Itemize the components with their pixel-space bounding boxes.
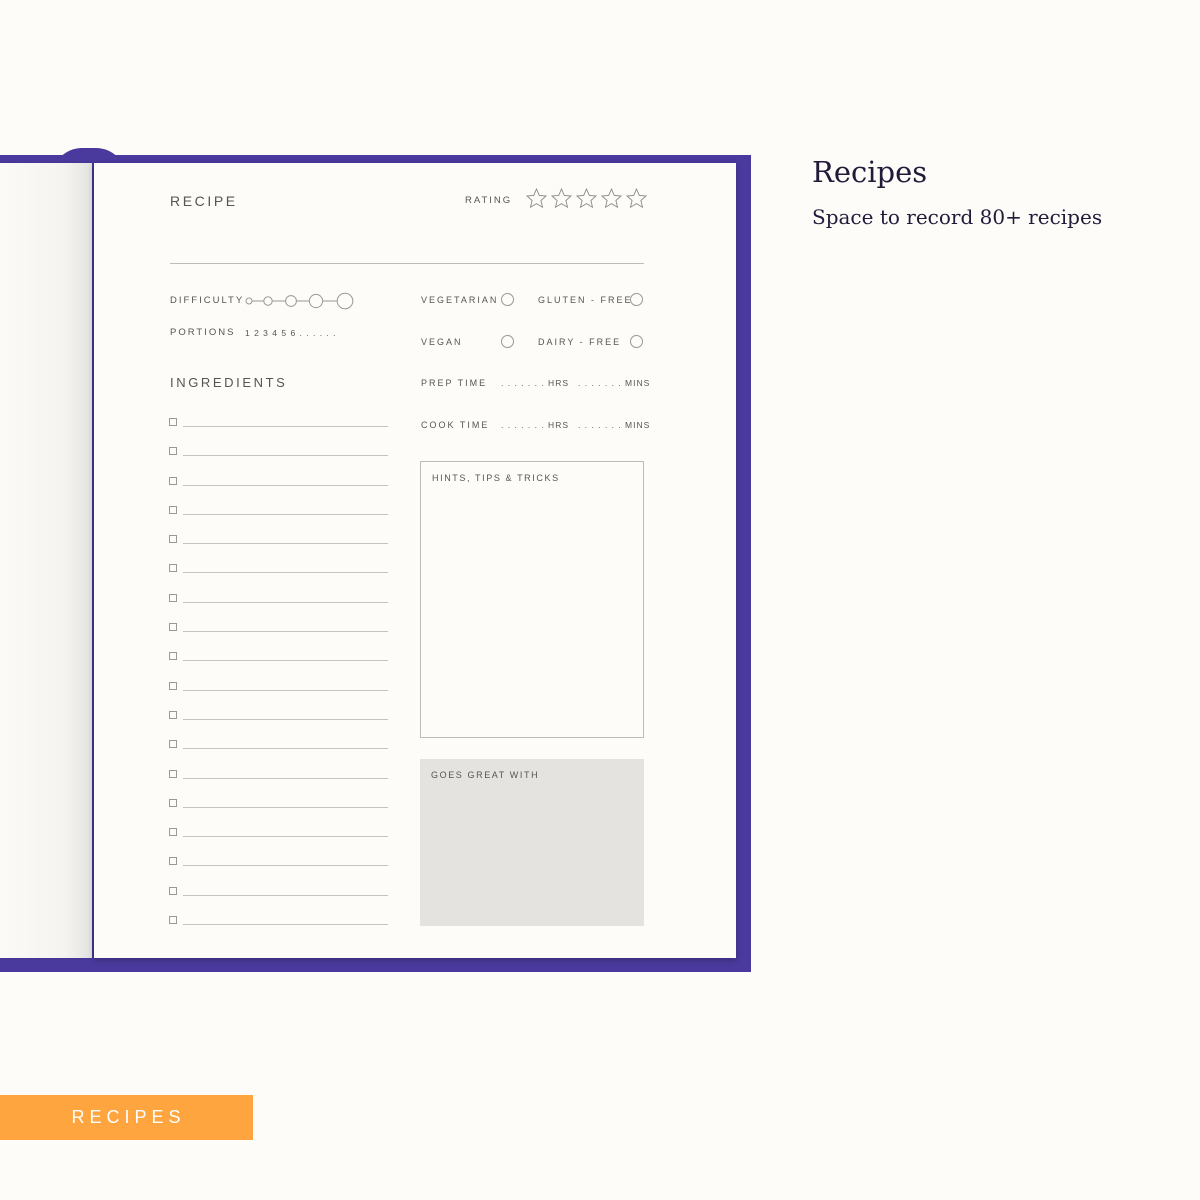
ingredient-line[interactable] <box>183 806 388 808</box>
ingredient-row <box>169 710 389 740</box>
portions-options[interactable]: 1 2 3 4 5 6 . . . . . . <box>245 328 337 338</box>
star-icon[interactable] <box>524 187 549 209</box>
ingredient-line[interactable] <box>183 572 388 574</box>
page-title: Recipes <box>812 155 928 189</box>
vegetarian-label: VEGETARIAN <box>421 295 499 305</box>
ingredient-row <box>169 418 389 447</box>
left-page <box>0 163 92 958</box>
ingredient-row <box>169 505 389 535</box>
cook-mins-blank[interactable]: . . . . . . . MINS <box>578 420 650 430</box>
ingredient-checkbox[interactable] <box>169 505 177 514</box>
prep-time-label: PREP TIME <box>421 378 488 388</box>
ingredient-line[interactable] <box>183 543 388 545</box>
ingredient-line[interactable] <box>183 894 388 896</box>
ingredient-row <box>169 564 389 593</box>
prep-mins-blank[interactable]: . . . . . . . MINS <box>578 378 650 388</box>
ingredient-checkbox[interactable] <box>169 476 177 485</box>
ingredient-row <box>169 652 389 681</box>
ingredients-list <box>169 418 389 945</box>
ingredient-checkbox[interactable] <box>169 447 177 456</box>
ingredient-row <box>169 593 389 623</box>
ingredients-label: INGREDIENTS <box>170 375 288 390</box>
vegetarian-checkbox[interactable] <box>501 293 514 306</box>
difficulty-label: DIFFICULTY <box>170 295 245 306</box>
portions-label: PORTIONS <box>170 327 236 338</box>
hints-box[interactable]: HINTS, TIPS & TRICKS <box>420 461 644 738</box>
gluten-free-checkbox[interactable] <box>630 293 643 306</box>
ingredient-line[interactable] <box>183 631 388 633</box>
dairy-free-label: DAIRY - FREE <box>538 337 622 347</box>
difficulty-scale[interactable] <box>244 291 356 311</box>
ingredient-line[interactable] <box>183 836 388 838</box>
ingredient-row <box>169 857 389 886</box>
ingredient-row <box>169 740 389 769</box>
ingredient-row <box>169 798 389 828</box>
ingredient-checkbox[interactable] <box>169 798 177 807</box>
recipe-label: RECIPE <box>170 193 238 209</box>
cook-time-label: COOK TIME <box>421 420 490 430</box>
difficulty-circles-icon <box>245 292 354 310</box>
prep-hrs-blank[interactable]: . . . . . . . HRS <box>501 378 569 388</box>
ingredient-row <box>169 476 389 506</box>
ingredient-line[interactable] <box>183 601 388 603</box>
ingredient-row <box>169 535 389 564</box>
ingredient-checkbox[interactable] <box>169 828 177 837</box>
star-icon[interactable] <box>549 187 574 209</box>
goes-great-with-box[interactable]: GOES GREAT WITH <box>420 759 644 926</box>
goes-great-with-label: GOES GREAT WITH <box>431 770 540 780</box>
star-icon[interactable] <box>599 187 624 209</box>
star-icon[interactable] <box>624 187 649 209</box>
hints-label: HINTS, TIPS & TRICKS <box>432 473 560 483</box>
ingredient-row <box>169 828 389 857</box>
ingredient-line[interactable] <box>183 484 388 486</box>
vegan-checkbox[interactable] <box>501 335 514 348</box>
ingredient-checkbox[interactable] <box>169 593 177 602</box>
ingredient-checkbox[interactable] <box>169 564 177 573</box>
ingredient-row <box>169 681 389 711</box>
ingredient-line[interactable] <box>183 689 388 691</box>
ingredient-row <box>169 916 389 945</box>
vegan-label: VEGAN <box>421 337 463 347</box>
ingredient-checkbox[interactable] <box>169 886 177 895</box>
ingredient-checkbox[interactable] <box>169 535 177 544</box>
ingredient-checkbox[interactable] <box>169 623 177 632</box>
recipe-name-line[interactable] <box>170 263 644 264</box>
ingredient-line[interactable] <box>183 924 388 926</box>
ingredient-line[interactable] <box>183 513 388 515</box>
rating-stars[interactable] <box>524 187 649 209</box>
ingredient-checkbox[interactable] <box>169 418 177 426</box>
ingredient-line[interactable] <box>183 455 388 457</box>
ingredient-line[interactable] <box>183 718 388 720</box>
recipe-page: RECIPE RATING DIFFICULTY PORTIONS 1 2 3 … <box>94 163 736 958</box>
ingredient-row <box>169 623 389 652</box>
cook-hrs-blank[interactable]: . . . . . . . HRS <box>501 420 569 430</box>
ingredient-line[interactable] <box>183 865 388 867</box>
ingredient-row <box>169 447 389 476</box>
ingredient-row <box>169 769 389 799</box>
rating-label: RATING <box>465 195 513 206</box>
ingredient-checkbox[interactable] <box>169 769 177 778</box>
ingredient-checkbox[interactable] <box>169 916 177 925</box>
dairy-free-checkbox[interactable] <box>630 335 643 348</box>
ingredient-checkbox[interactable] <box>169 652 177 661</box>
section-tag[interactable]: RECIPES <box>0 1095 253 1140</box>
ingredient-row <box>169 886 389 916</box>
ingredient-checkbox[interactable] <box>169 857 177 866</box>
ingredient-checkbox[interactable] <box>169 681 177 690</box>
ingredient-line[interactable] <box>183 777 388 779</box>
page-subtitle: Space to record 80+ recipes <box>812 205 1103 229</box>
ingredient-checkbox[interactable] <box>169 740 177 749</box>
ingredient-line[interactable] <box>183 748 388 750</box>
gluten-free-label: GLUTEN - FREE <box>538 295 633 305</box>
ingredient-checkbox[interactable] <box>169 710 177 719</box>
ingredient-line[interactable] <box>183 426 388 427</box>
ingredient-line[interactable] <box>183 660 388 662</box>
star-icon[interactable] <box>574 187 599 209</box>
